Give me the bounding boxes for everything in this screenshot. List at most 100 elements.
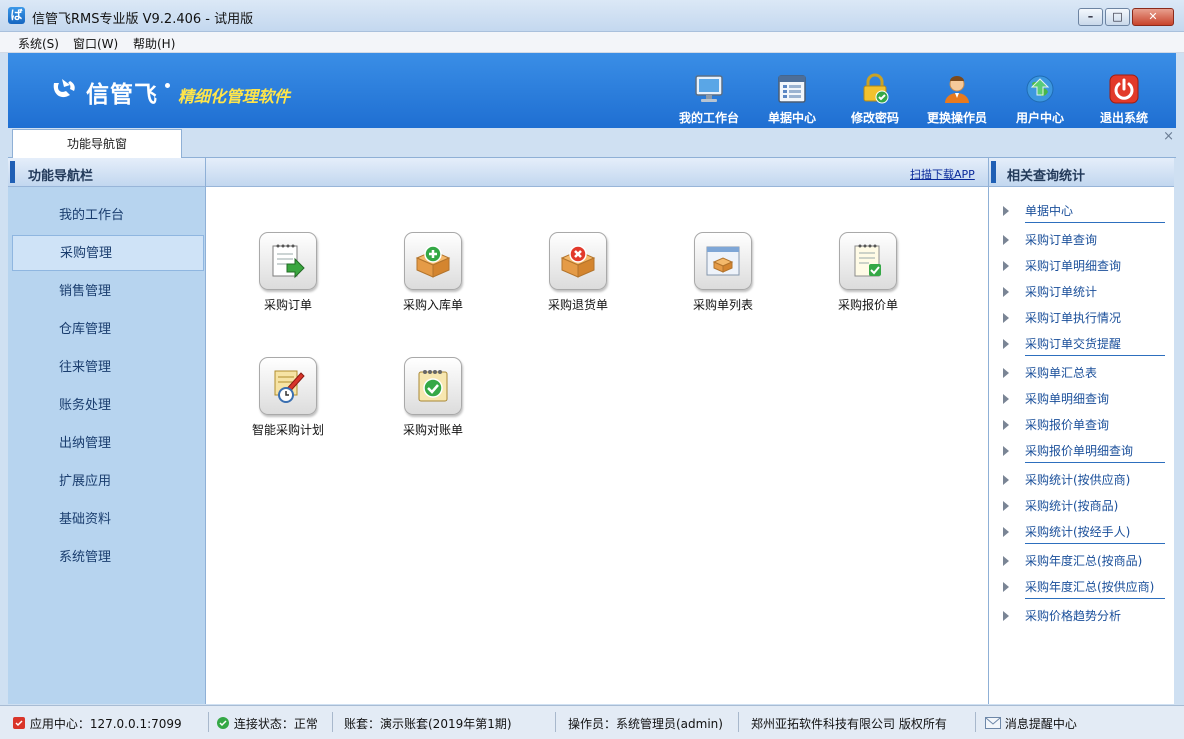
query-link[interactable]: 采购年度汇总(按供应商): [1003, 578, 1154, 595]
query-link[interactable]: 采购订单统计: [1003, 283, 1097, 300]
menu-help[interactable]: 帮助(H): [133, 35, 175, 52]
nav-item-system[interactable]: 系统管理: [12, 540, 204, 576]
toolbar-user-center[interactable]: 用户中心: [1000, 73, 1080, 126]
title-bar: ば 信管飞RMS专业版 V9.2.406 - 试用版 – □ ✕: [0, 0, 1184, 32]
triangle-right-icon: [1003, 313, 1009, 323]
func-label: 智能采购计划: [251, 423, 324, 437]
triangle-right-icon: [1003, 287, 1009, 297]
query-link-label: 采购年度汇总(按商品): [1025, 554, 1143, 568]
query-link[interactable]: 采购统计(按经手人): [1003, 523, 1130, 540]
left-panel-title: 功能导航栏: [28, 169, 94, 184]
toolbar-label: 修改密码: [850, 111, 899, 125]
document-list-icon: [778, 75, 806, 103]
nav-item-basic-data[interactable]: 基础资料: [12, 502, 204, 538]
group-divider: [1025, 598, 1165, 599]
brand-tagline: 精细化管理软件: [178, 87, 291, 106]
plan-clock-icon: [259, 357, 317, 415]
query-link[interactable]: 采购订单执行情况: [1003, 309, 1121, 326]
download-app-link[interactable]: 扫描下载APP: [910, 166, 975, 182]
func-smart-purchase-plan[interactable]: 智能采购计划: [238, 357, 338, 438]
tab-function-navigation[interactable]: 功能导航窗: [12, 129, 182, 158]
query-link[interactable]: 单据中心: [1003, 202, 1073, 219]
func-purchase-return[interactable]: 采购退货单: [528, 232, 628, 313]
func-purchase-list[interactable]: 采购单列表: [673, 232, 773, 313]
func-purchase-statement[interactable]: 采购对账单: [383, 357, 483, 438]
brand-dot: [165, 83, 170, 88]
power-icon: [1109, 74, 1139, 104]
toolbar-my-workbench[interactable]: 我的工作台: [669, 73, 749, 126]
nav-item-workbench[interactable]: 我的工作台: [12, 198, 204, 234]
nav-item-bookkeeping[interactable]: 账务处理: [12, 388, 204, 424]
triangle-right-icon: [1003, 420, 1009, 430]
triangle-right-icon: [1003, 582, 1009, 592]
query-link[interactable]: 采购订单查询: [1003, 231, 1097, 248]
close-icon: ✕: [1148, 10, 1158, 23]
tab-close-icon[interactable]: ×: [1163, 129, 1174, 144]
func-label: 采购单列表: [692, 298, 753, 312]
query-link[interactable]: 采购单汇总表: [1003, 364, 1097, 381]
tab-strip: 功能导航窗 ×: [8, 128, 1176, 158]
query-link-label: 单据中心: [1025, 204, 1074, 218]
query-link[interactable]: 采购价格趋势分析: [1003, 607, 1121, 624]
nav-item-cashier[interactable]: 出纳管理: [12, 426, 204, 462]
triangle-right-icon: [1003, 475, 1009, 485]
toolbar-switch-operator[interactable]: 更换操作员: [917, 73, 997, 126]
status-divider: [555, 712, 556, 732]
query-link[interactable]: 采购统计(按商品): [1003, 497, 1118, 514]
app-center-icon: [13, 717, 25, 729]
status-messages[interactable]: 消息提醒中心: [985, 715, 1077, 732]
header-accent-bar: [991, 161, 996, 183]
close-button[interactable]: ✕: [1132, 8, 1174, 26]
status-divider: [208, 712, 209, 732]
menu-system[interactable]: 系统(S): [18, 35, 59, 52]
menu-window[interactable]: 窗口(W): [73, 35, 118, 52]
query-link[interactable]: 采购报价单查询: [1003, 416, 1109, 433]
query-link-label: 采购订单明细查询: [1025, 259, 1122, 273]
triangle-right-icon: [1003, 206, 1009, 216]
triangle-right-icon: [1003, 611, 1009, 621]
triangle-right-icon: [1003, 261, 1009, 271]
query-link[interactable]: 采购年度汇总(按商品): [1003, 552, 1142, 569]
notepad-check-icon: [839, 232, 897, 290]
brand-name: 信管飞: [86, 82, 158, 108]
app-logo-icon: ば: [8, 7, 25, 24]
func-purchase-order[interactable]: 采购订单: [238, 232, 338, 313]
status-messages-text: 消息提醒中心: [1004, 717, 1077, 731]
query-link-label: 采购单明细查询: [1025, 392, 1110, 406]
right-query-panel: 相关查询统计 单据中心 采购订单查询 采购订单明细查询 采购订单统计 采购订单执…: [988, 158, 1174, 704]
func-purchase-quote[interactable]: 采购报价单: [818, 232, 918, 313]
order-arrow-icon: [259, 232, 317, 290]
func-purchase-receipt[interactable]: 采购入库单: [383, 232, 483, 313]
query-link[interactable]: 采购报价单明细查询: [1003, 442, 1133, 459]
group-divider: [1025, 462, 1165, 463]
triangle-right-icon: [1003, 235, 1009, 245]
triangle-right-icon: [1003, 556, 1009, 566]
func-label: 采购入库单: [402, 298, 463, 312]
header-accent-bar: [10, 161, 15, 183]
box-cross-icon: [549, 232, 607, 290]
toolbar-exit-system[interactable]: 退出系统: [1084, 73, 1164, 126]
nav-item-purchase[interactable]: 采购管理: [12, 235, 204, 271]
minimize-button[interactable]: –: [1078, 8, 1103, 26]
query-link[interactable]: 采购单明细查询: [1003, 390, 1109, 407]
status-connection-text: 连接状态：正常: [233, 717, 318, 731]
envelope-icon: [985, 717, 1001, 729]
toolbar-label: 退出系统: [1099, 111, 1148, 125]
group-divider: [1025, 222, 1165, 223]
query-link[interactable]: 采购订单明细查询: [1003, 257, 1121, 274]
query-link[interactable]: 采购订单交货提醒: [1003, 335, 1121, 352]
box-plus-icon: [404, 232, 462, 290]
query-link-label: 采购单汇总表: [1025, 366, 1098, 380]
toolbar-change-password[interactable]: 修改密码: [835, 73, 915, 126]
nav-item-sales[interactable]: 销售管理: [12, 274, 204, 310]
center-panel-header: [206, 158, 988, 187]
query-link-label: 采购订单交货提醒: [1025, 337, 1122, 351]
nav-item-extensions[interactable]: 扩展应用: [12, 464, 204, 500]
nav-item-accounts[interactable]: 往来管理: [12, 350, 204, 386]
query-link[interactable]: 采购统计(按供应商): [1003, 471, 1130, 488]
triangle-right-icon: [1003, 527, 1009, 537]
nav-item-warehouse[interactable]: 仓库管理: [12, 312, 204, 348]
maximize-button[interactable]: □: [1105, 8, 1130, 26]
left-panel-header: 功能导航栏: [8, 158, 205, 187]
toolbar-document-center[interactable]: 单据中心: [752, 73, 832, 126]
